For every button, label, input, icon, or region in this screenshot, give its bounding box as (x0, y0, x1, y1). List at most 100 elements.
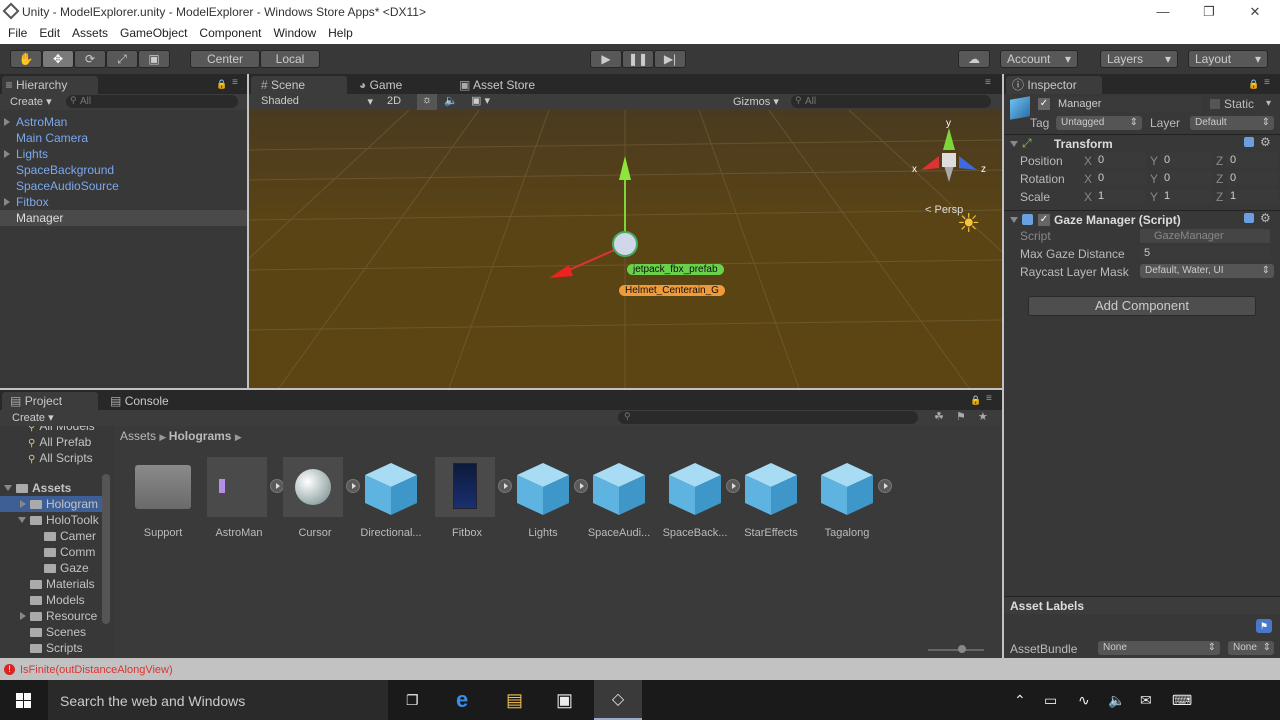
expand-prefab-arrow-icon[interactable] (878, 479, 892, 493)
collapse-icon[interactable] (18, 517, 26, 523)
project-tree-item[interactable]: Hologram (0, 496, 102, 512)
project-tree-item[interactable]: HoloToolk (0, 512, 102, 528)
notification-icon[interactable]: ✉ (1140, 680, 1152, 720)
scene-search-input[interactable]: All (791, 95, 991, 108)
hierarchy-item[interactable]: Fitbox (0, 194, 247, 210)
raycast-mask-dropdown[interactable]: Default, Water, UI ⇕ (1140, 264, 1274, 278)
pivot-local-button[interactable]: Local (260, 50, 320, 68)
menu-file[interactable]: File (2, 24, 33, 42)
enabled-checkbox[interactable]: ✓ (1038, 214, 1050, 226)
transform-x-field[interactable]: 0 (1094, 171, 1146, 185)
panel-menu-icon[interactable]: ≡ (985, 77, 991, 88)
orientation-gizmo[interactable]: y x z (909, 118, 989, 200)
maximize-button[interactable]: ❐ (1186, 0, 1232, 24)
show-hidden-icons-chevron-icon[interactable]: ⌃ (1014, 680, 1026, 720)
unity-taskbar-icon[interactable]: ◇ (594, 680, 642, 720)
project-tree-item[interactable]: Assets (0, 480, 102, 496)
tab-game[interactable]: ◕ Game (349, 76, 449, 94)
label-tag-icon[interactable]: ⚑ (1256, 619, 1272, 633)
hierarchy-item[interactable]: SpaceBackground (0, 162, 247, 178)
store-icon[interactable]: ▣ (556, 680, 573, 720)
expand-prefab-arrow-icon[interactable] (726, 479, 740, 493)
project-tree-item[interactable]: Materials (0, 576, 102, 592)
panel-menu-icon[interactable]: ≡ (232, 77, 238, 88)
favorite-item[interactable]: ⚲ All Models (28, 426, 95, 434)
assetbundle-dropdown[interactable]: None ⇕ (1098, 641, 1220, 655)
gear-icon[interactable]: ⚙ (1260, 135, 1271, 149)
filter-type-icon[interactable]: ☘ (934, 410, 944, 423)
step-button[interactable]: ▶| (654, 50, 686, 68)
pivot-center-button[interactable]: Center (190, 50, 260, 68)
layer-dropdown[interactable]: Default ⇕ (1190, 116, 1274, 130)
hierarchy-item[interactable]: Manager (0, 210, 247, 226)
expand-prefab-arrow-icon[interactable] (498, 479, 512, 493)
gaze-manager-header[interactable]: ✓ Gaze Manager (Script) ⚙ (1004, 210, 1280, 228)
lock-icon[interactable]: 🔒 (216, 79, 227, 90)
pause-button[interactable]: ❚❚ (622, 50, 654, 68)
transform-x-field[interactable]: 0 (1094, 153, 1146, 167)
help-book-icon[interactable] (1244, 137, 1254, 147)
transform-z-field[interactable]: 0 (1226, 171, 1278, 185)
tag-dropdown[interactable]: Untagged ⇕ (1056, 116, 1142, 130)
breadcrumb-holograms[interactable]: Holograms (169, 429, 232, 443)
transform-header[interactable]: ⤢ Transform ⚙ (1004, 134, 1280, 152)
file-explorer-icon[interactable]: ▤ (506, 680, 523, 720)
cloud-button[interactable]: ☁ (958, 50, 990, 68)
menu-window[interactable]: Window (267, 24, 322, 42)
transform-y-field[interactable]: 1 (1160, 189, 1212, 203)
expand-prefab-arrow-icon[interactable] (574, 479, 588, 493)
project-tree-item[interactable]: Models (0, 592, 102, 608)
tab-scene[interactable]: # Scene (251, 76, 347, 94)
hierarchy-create-button[interactable]: Create ▾ (10, 95, 52, 108)
scene-viewport[interactable]: jetpack_fbx_prefab Helmet_Centerain_G y … (249, 110, 1002, 388)
tab-hierarchy[interactable]: ≡ Hierarchy (2, 76, 98, 94)
zoom-slider[interactable] (928, 645, 984, 653)
project-search-input[interactable] (618, 411, 918, 424)
tab-inspector[interactable]: ⓘ Inspector (1006, 76, 1102, 94)
project-tree-item[interactable]: Comm (0, 544, 102, 560)
minimize-button[interactable]: — (1140, 0, 1186, 24)
script-field[interactable]: GazeManager (1140, 229, 1270, 243)
rect-tool-button[interactable]: ▣ (138, 50, 170, 68)
status-bar[interactable]: ! IsFinite(outDistanceAlongView) (0, 660, 1280, 680)
effects-toggle-icon[interactable]: ▣ ▾ (471, 94, 490, 107)
move-tool-button[interactable]: ✥ (42, 50, 74, 68)
transform-z-field[interactable]: 0 (1226, 153, 1278, 167)
project-tree-item[interactable]: Camer (0, 528, 102, 544)
breadcrumb-assets[interactable]: Assets (120, 429, 156, 443)
hierarchy-item[interactable]: Lights (0, 146, 247, 162)
project-tree-item[interactable]: Scripts (0, 640, 102, 656)
battery-icon[interactable]: ▭ (1044, 680, 1057, 720)
project-create-button[interactable]: Create ▾ (12, 411, 54, 424)
active-checkbox[interactable]: ✓ (1038, 98, 1050, 110)
layers-dropdown[interactable]: Layers ▾ (1100, 50, 1178, 68)
transform-y-field[interactable]: 0 (1160, 171, 1212, 185)
transform-z-field[interactable]: 1 (1226, 189, 1278, 203)
shading-dropdown[interactable]: Shaded ▾ (261, 95, 373, 108)
collapse-icon[interactable] (4, 485, 12, 491)
object-name-field[interactable]: Manager (1054, 97, 1202, 111)
hand-tool-button[interactable]: ✋ (10, 50, 42, 68)
project-tree-item[interactable]: Resource (0, 608, 102, 624)
favorite-star-icon[interactable]: ★ (978, 410, 988, 423)
gear-icon[interactable]: ⚙ (1260, 211, 1271, 225)
lock-icon[interactable]: 🔒 (970, 395, 981, 406)
chevron-down-icon[interactable]: ▾ (1266, 98, 1271, 109)
windows-start-icon[interactable] (0, 680, 48, 720)
rotate-tool-button[interactable]: ⟳ (74, 50, 106, 68)
panel-menu-icon[interactable]: ≡ (1264, 77, 1270, 88)
assetbundle-variant-dropdown[interactable]: None ⇕ (1228, 641, 1274, 655)
lock-icon[interactable]: 🔒 (1248, 79, 1259, 90)
expand-icon[interactable] (4, 150, 10, 158)
menu-edit[interactable]: Edit (33, 24, 66, 42)
expand-prefab-arrow-icon[interactable] (270, 479, 284, 493)
edge-browser-icon[interactable]: e (456, 680, 468, 720)
slider-thumb[interactable] (958, 645, 966, 653)
max-gaze-field[interactable]: 5 (1140, 246, 1270, 260)
close-button[interactable]: ✕ (1232, 0, 1278, 24)
menu-component[interactable]: Component (193, 24, 267, 42)
layout-dropdown[interactable]: Layout ▾ (1188, 50, 1268, 68)
expand-icon[interactable] (20, 612, 26, 620)
volume-icon[interactable]: 🔈 (1108, 680, 1125, 720)
project-tree-item[interactable]: Scenes (0, 624, 102, 640)
